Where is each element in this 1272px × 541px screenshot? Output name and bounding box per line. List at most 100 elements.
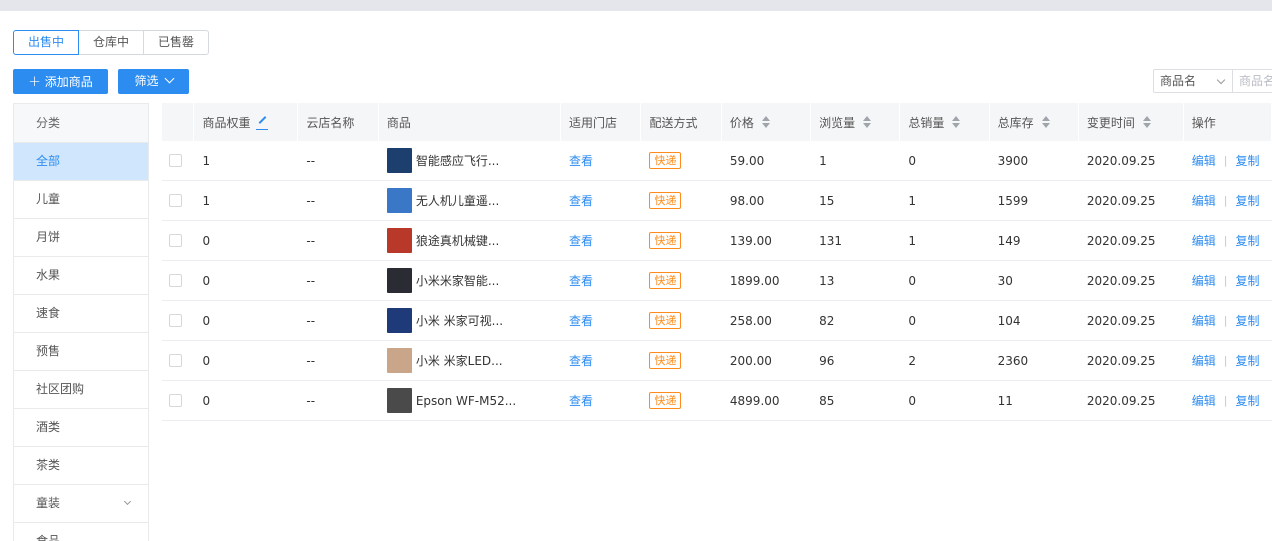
header-change-time[interactable]: 变更时间	[1079, 103, 1184, 141]
header-views[interactable]: 浏览量	[811, 103, 901, 141]
view-store-link[interactable]: 查看	[569, 352, 593, 369]
sales-cell: 0	[908, 273, 917, 288]
status-tabs: 出售中 仓库中 已售罄	[13, 30, 210, 55]
weight-cell: 0	[202, 393, 211, 408]
row-checkbox-cell	[162, 341, 194, 380]
copy-link[interactable]: 复制	[1235, 312, 1259, 329]
row-checkbox[interactable]	[169, 394, 182, 407]
search-input[interactable]	[1233, 69, 1272, 93]
copy-link[interactable]: 复制	[1235, 232, 1259, 249]
sort-icon[interactable]	[863, 116, 872, 128]
header-stock-label: 总库存	[997, 115, 1034, 130]
category-sidebar: 分类 全部 儿童 月饼 水果 速食 预售 社区团购 酒类 茶类 童装 食品	[13, 103, 149, 541]
product-cell: 小米 米家LED...	[379, 341, 561, 380]
row-checkbox[interactable]	[169, 274, 182, 287]
row-checkbox-cell	[162, 261, 194, 300]
cloud-store-cell: --	[306, 193, 316, 208]
time-cell: 2020.09.25	[1086, 393, 1156, 408]
search-field-select[interactable]: 商品名	[1153, 69, 1233, 93]
sidebar-item-all[interactable]: 全部	[14, 143, 148, 181]
price-cell: 98.00	[729, 193, 765, 208]
row-checkbox[interactable]	[169, 354, 182, 367]
table-row: 0 -- 狼途真机械键... 查看 快递 139.00 131 1 149 2020.09.25 编…	[162, 221, 1272, 261]
view-store-link[interactable]: 查看	[569, 152, 593, 169]
sidebar-item-kids-clothing[interactable]: 童装	[14, 485, 148, 523]
row-checkbox[interactable]	[169, 154, 182, 167]
sales-cell: 2	[908, 353, 917, 368]
product-name: 狼途真机械键...	[415, 234, 500, 248]
tab-on-sale[interactable]: 出售中	[13, 30, 80, 55]
edit-link[interactable]: 编辑	[1192, 192, 1216, 209]
separator: |	[1223, 234, 1228, 247]
copy-link[interactable]: 复制	[1235, 352, 1259, 369]
row-checkbox[interactable]	[169, 234, 182, 247]
sort-icon[interactable]	[1041, 116, 1050, 128]
operations-cell: 编辑 | 复制	[1184, 381, 1272, 420]
sidebar-item-children[interactable]: 儿童	[14, 181, 148, 219]
store-cell: 查看	[561, 221, 641, 260]
view-store-link[interactable]: 查看	[569, 312, 593, 329]
shipping-cell: 快递	[641, 261, 721, 300]
sort-icon[interactable]	[761, 116, 770, 128]
copy-link[interactable]: 复制	[1235, 272, 1259, 289]
header-sales[interactable]: 总销量	[900, 103, 990, 141]
sidebar-item-instant-food[interactable]: 速食	[14, 295, 148, 333]
header-weight: 商品权重	[194, 103, 299, 141]
sidebar-item-tea[interactable]: 茶类	[14, 447, 148, 485]
operations-cell: 编辑 | 复制	[1184, 141, 1272, 180]
edit-link[interactable]: 编辑	[1192, 392, 1216, 409]
copy-link[interactable]: 复制	[1235, 392, 1259, 409]
copy-link[interactable]: 复制	[1235, 152, 1259, 169]
header-stock[interactable]: 总库存	[990, 103, 1079, 141]
chevron-down-icon	[164, 73, 174, 84]
view-store-link[interactable]: 查看	[569, 232, 593, 249]
sidebar-item-group-buy[interactable]: 社区团购	[14, 371, 148, 409]
view-store-link[interactable]: 查看	[569, 272, 593, 289]
header-store: 适用门店	[561, 103, 642, 141]
filter-label: 筛选	[134, 74, 159, 88]
separator: |	[1223, 194, 1228, 207]
copy-link[interactable]: 复制	[1235, 192, 1259, 209]
views-cell: 15	[819, 193, 835, 208]
edit-link[interactable]: 编辑	[1192, 232, 1216, 249]
row-checkbox-cell	[162, 221, 194, 260]
sort-icon[interactable]	[1142, 116, 1151, 128]
edit-pencil-icon[interactable]	[256, 115, 269, 130]
sidebar-item-presale[interactable]: 预售	[14, 333, 148, 371]
edit-link[interactable]: 编辑	[1192, 352, 1216, 369]
view-store-link[interactable]: 查看	[569, 392, 593, 409]
sidebar-item-fruit[interactable]: 水果	[14, 257, 148, 295]
chevron-down-icon[interactable]	[123, 497, 132, 506]
view-store-link[interactable]: 查看	[569, 192, 593, 209]
stock-cell: 11	[997, 393, 1013, 408]
cloud-store-cell: --	[306, 313, 316, 328]
edit-link[interactable]: 编辑	[1192, 272, 1216, 289]
edit-link[interactable]: 编辑	[1192, 152, 1216, 169]
product-name: 小米 米家可视...	[415, 314, 504, 328]
sidebar-item-food[interactable]: 食品	[14, 523, 148, 541]
sales-cell: 0	[908, 313, 917, 328]
separator: |	[1223, 154, 1228, 167]
time-cell: 2020.09.25	[1086, 233, 1156, 248]
cloud-store-cell: --	[306, 353, 316, 368]
price-cell: 59.00	[729, 153, 765, 168]
product-table: 商品权重 云店名称 商品 适用门店 配送方式 价格 浏览量 总销量 总库存 变更…	[162, 103, 1272, 421]
stock-cell: 3900	[997, 153, 1029, 168]
tab-in-warehouse[interactable]: 仓库中	[78, 30, 145, 55]
add-product-button[interactable]: + 添加商品	[13, 69, 108, 94]
shipping-cell: 快递	[641, 341, 721, 380]
sort-icon[interactable]	[952, 116, 961, 128]
row-checkbox[interactable]	[169, 314, 182, 327]
shipping-tag: 快递	[649, 392, 682, 409]
tab-sold-out[interactable]: 已售罄	[143, 30, 210, 55]
row-checkbox[interactable]	[169, 194, 182, 207]
header-price[interactable]: 价格	[722, 103, 812, 141]
edit-link[interactable]: 编辑	[1192, 312, 1216, 329]
views-cell: 96	[819, 353, 835, 368]
product-cell: 无人机儿童遥...	[379, 181, 561, 220]
sidebar-item-mooncake[interactable]: 月饼	[14, 219, 148, 257]
filter-button[interactable]: 筛选	[118, 69, 189, 94]
operations-cell: 编辑 | 复制	[1184, 341, 1272, 380]
sidebar-item-liquor[interactable]: 酒类	[14, 409, 148, 447]
sales-cell: 0	[908, 393, 917, 408]
